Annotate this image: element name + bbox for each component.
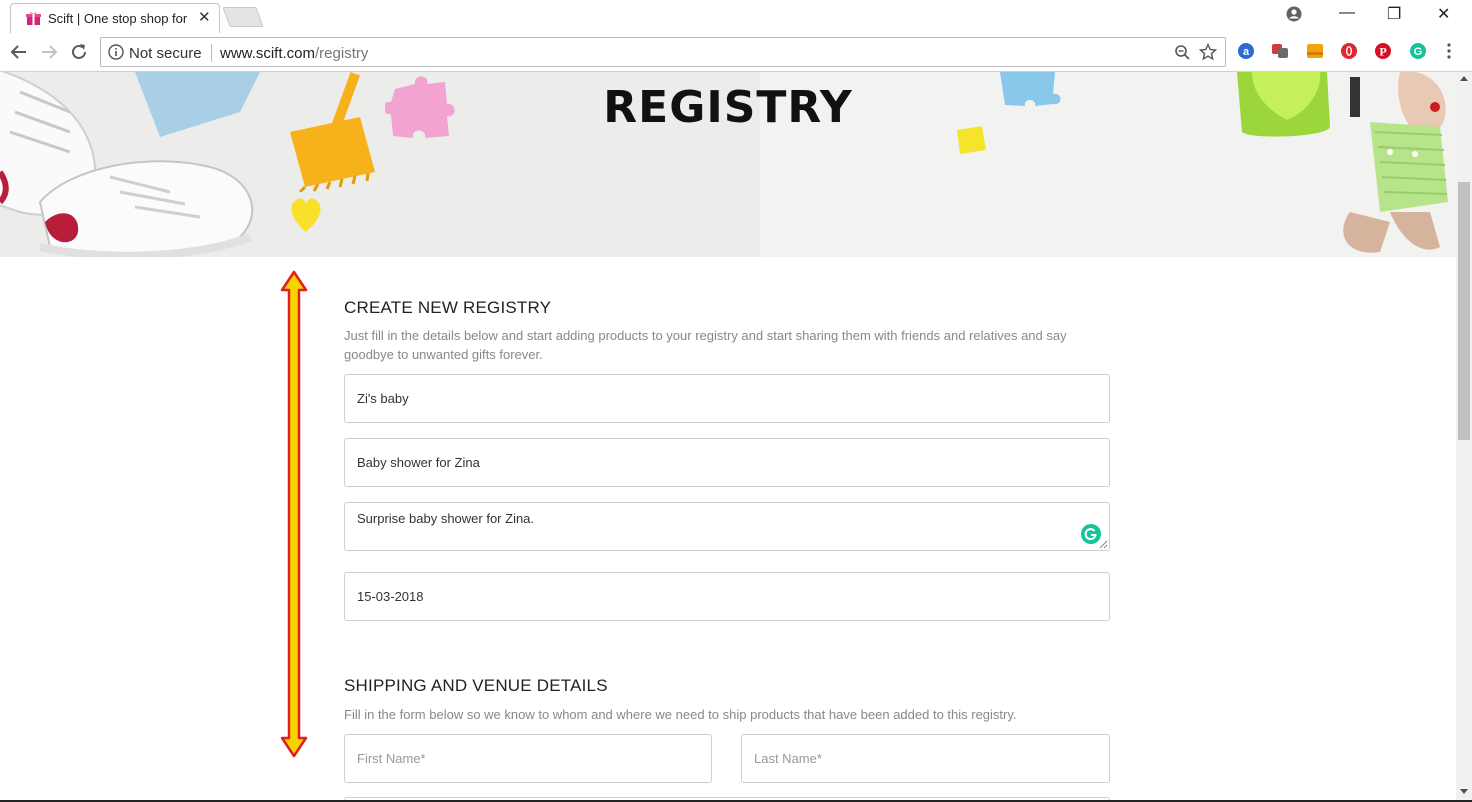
heart-toy-yellow-image (291, 198, 321, 232)
minimize-button[interactable]: — (1339, 4, 1355, 22)
event-title-value: Baby shower for Zina (357, 455, 480, 470)
double-arrow-icon (280, 270, 308, 758)
shipping-heading: SHIPPING AND VENUE DETAILS (344, 676, 608, 695)
event-description-value: Surprise baby shower for Zina. (357, 511, 535, 526)
not-secure-label: Not secure (129, 45, 202, 62)
forward-arrow-icon[interactable] (38, 41, 60, 63)
page-title: REGISTRY (603, 82, 853, 133)
shipping-description: Fill in the form below so we know to who… (344, 707, 1017, 722)
info-icon[interactable] (108, 44, 124, 60)
reload-icon[interactable] (68, 41, 90, 63)
page-scrollbar[interactable] (1456, 72, 1472, 800)
resize-handle-icon[interactable] (1098, 539, 1108, 549)
opera-icon[interactable] (1340, 42, 1358, 60)
tab-title: Scift | One stop shop for (48, 11, 188, 26)
close-window-button[interactable]: ✕ (1437, 4, 1450, 24)
first-name-input[interactable]: First Name* (344, 734, 712, 783)
scroll-thumb[interactable] (1458, 182, 1470, 440)
hero-banner: REGISTRY (0, 72, 1456, 257)
new-tab-button[interactable] (222, 7, 264, 27)
double-arrow-shape (280, 270, 308, 758)
address-bar[interactable]: Not secure www.scift.com/registry (100, 37, 1226, 67)
restore-button[interactable]: ❐ (1387, 4, 1401, 24)
grammarly-icon[interactable]: G (1409, 42, 1427, 60)
registry-name-input[interactable]: Zi's baby (344, 374, 1110, 423)
url-path: /registry (315, 45, 369, 62)
svg-text:a: a (1243, 46, 1250, 58)
create-registry-heading: CREATE NEW REGISTRY (344, 298, 552, 317)
back-arrow-icon[interactable] (8, 41, 30, 63)
event-description-textarea[interactable]: Surprise baby shower for Zina. (344, 502, 1110, 551)
event-date-input[interactable]: 15-03-2018 (344, 572, 1110, 621)
zoom-icon[interactable] (1174, 44, 1191, 61)
page-viewport: REGISTRY CREATE NEW REGISTRY Just fill i… (0, 72, 1456, 800)
svg-text:P: P (1379, 45, 1386, 59)
bookmark-star-icon[interactable] (1199, 43, 1217, 61)
registry-name-value: Zi's baby (357, 391, 409, 406)
address-divider (211, 44, 212, 62)
create-registry-description: Just fill in the details below and start… (344, 328, 1067, 362)
svg-text:G: G (1414, 46, 1423, 58)
more-menu-icon[interactable] (1444, 42, 1454, 60)
tab-close-button[interactable]: ✕ (198, 8, 211, 26)
browser-tab[interactable]: Scift | One stop shop for ✕ (10, 3, 220, 33)
gift-favicon-icon (26, 12, 41, 25)
url-text: www.scift.com/registry (220, 45, 368, 62)
url-host: www.scift.com (220, 45, 316, 62)
note-icon[interactable] (1306, 42, 1324, 60)
tab-strip: Scift | One stop shop for ✕ — ❐ ✕ (0, 0, 1472, 33)
first-name-placeholder: First Name* (357, 751, 426, 766)
last-name-placeholder: Last Name* (754, 751, 822, 766)
event-date-value: 15-03-2018 (357, 589, 424, 604)
event-title-input[interactable]: Baby shower for Zina (344, 438, 1110, 487)
browser-toolbar: Not secure www.scift.com/registry a P G (0, 33, 1472, 72)
last-name-input[interactable]: Last Name* (741, 734, 1110, 783)
translate-icon[interactable] (1271, 42, 1289, 60)
scroll-up-arrow-icon[interactable] (1460, 76, 1468, 81)
profile-icon[interactable] (1286, 6, 1302, 22)
a-extension-icon[interactable]: a (1237, 42, 1255, 60)
scroll-down-arrow-icon[interactable] (1460, 789, 1468, 794)
pinterest-icon[interactable]: P (1374, 42, 1392, 60)
